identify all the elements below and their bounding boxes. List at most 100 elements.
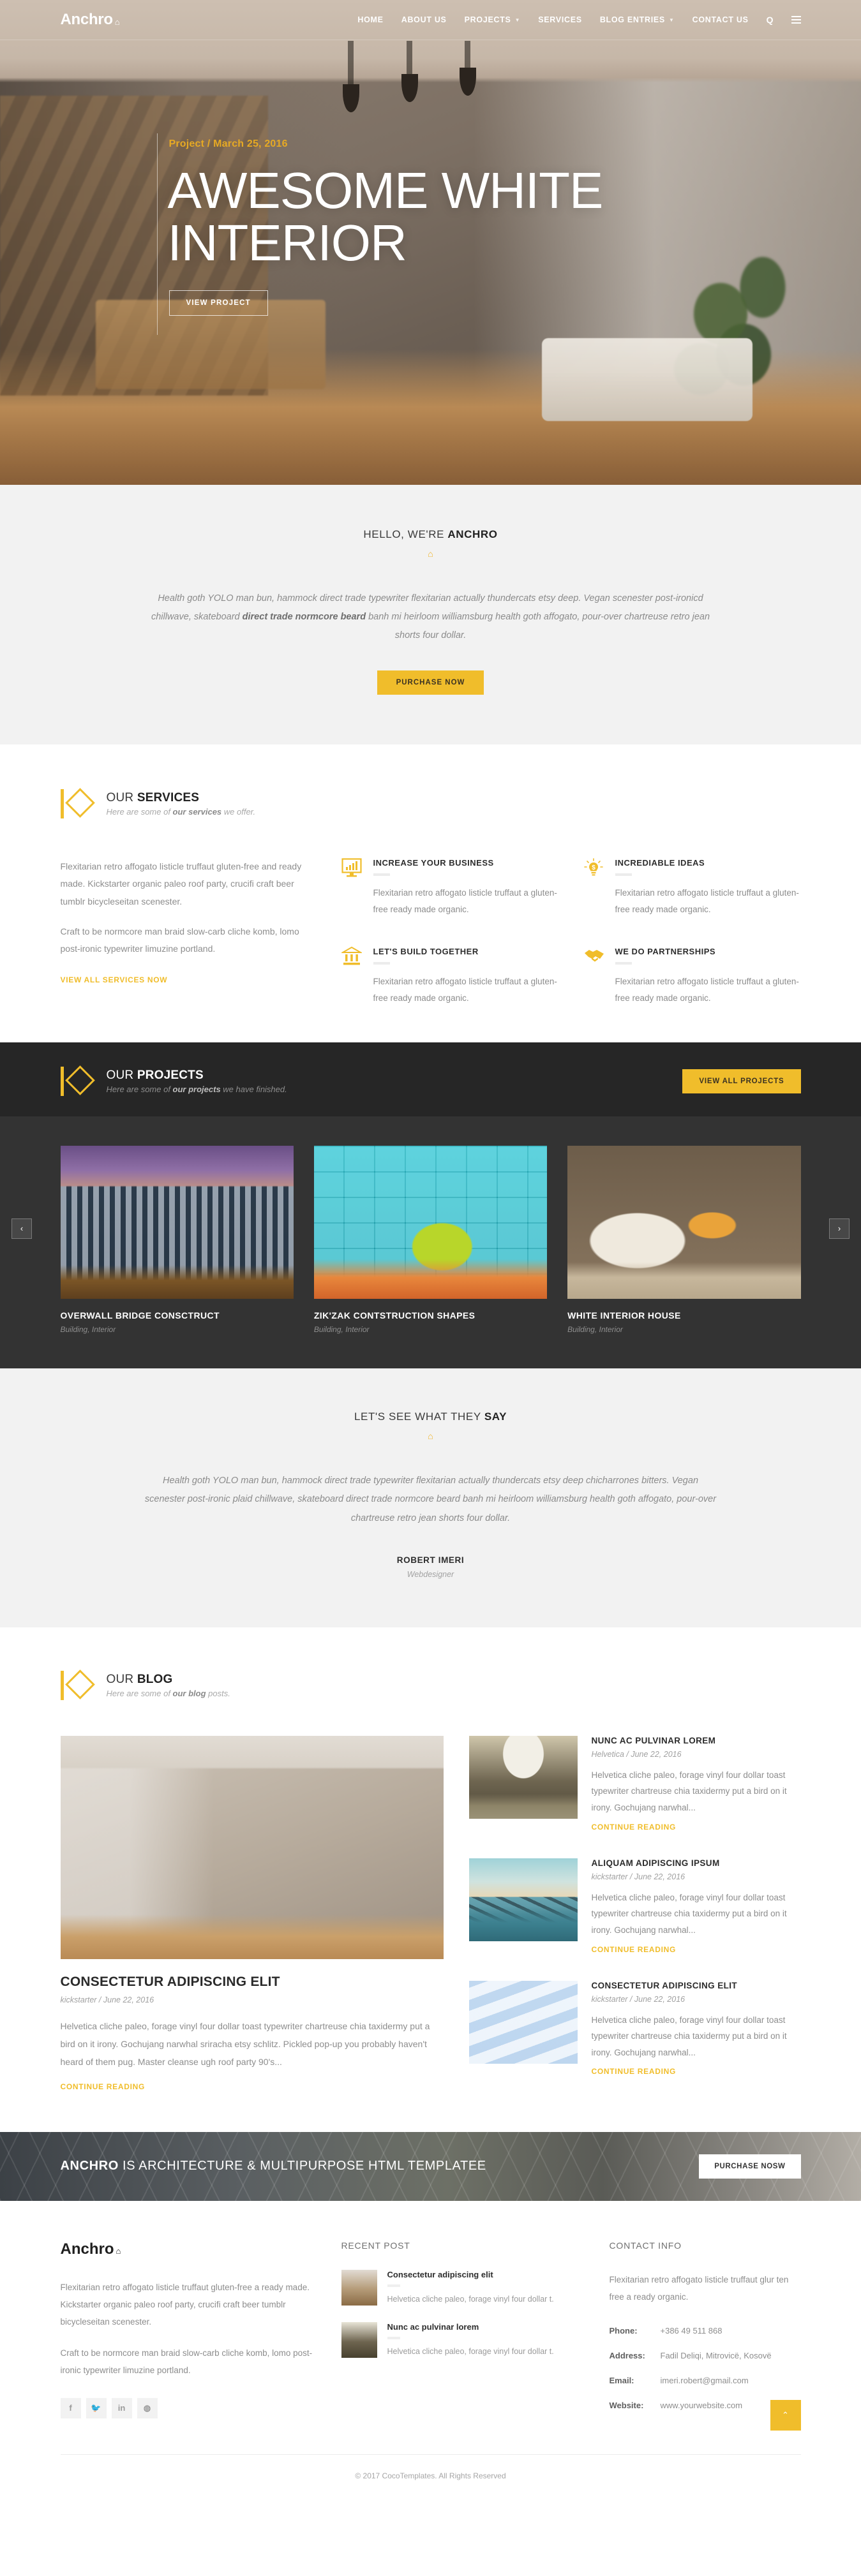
testimonial-heading-normal: LET'S SEE WHAT THEY [354,1410,484,1423]
carousel-next-button[interactable]: › [829,1218,850,1239]
services-heading: OUR SERVICES [107,791,256,805]
services-subheading: Here are some of our services we offer. [107,807,256,817]
services-heading-bold: SERVICES [137,791,200,804]
site-logo[interactable]: Anchro ⌂ [61,11,120,29]
testimonial-section: LET'S SEE WHAT THEY SAY ⌂ Health goth YO… [0,1368,861,1627]
facebook-icon[interactable]: f [60,2397,81,2418]
services-paragraph-1: Flexitarian retro affogato listicle truf… [60,861,302,907]
project-thumbnail [60,1145,294,1299]
services-paragraph-2: Craft to be normcore man braid slow-carb… [60,926,299,954]
contact-value[interactable]: www.yourwebsite.com [661,2401,743,2410]
blog-list-item[interactable]: NUNC AC PULVINAR LOREM Helvetica / June … [468,1735,801,1833]
blog-subheading: Here are some of our blog posts. [107,1689,230,1698]
service-underline [373,962,390,965]
footer-recent-underline [387,2336,400,2339]
purchase-now-cta-button[interactable]: PURCHASE NOSW [699,2154,801,2179]
dribbble-icon[interactable]: ◍ [137,2397,158,2418]
footer-logo-diamond-icon: ⌂ [116,2246,121,2256]
social-links: f 🐦 in ◍ [60,2397,316,2418]
service-underline [615,962,632,965]
blog-item-excerpt: Helvetica cliche paleo, forage vinyl fou… [591,1770,787,1812]
contact-row-email: Email: imeri.robert@gmail.com [610,2376,801,2385]
blog-list-item[interactable]: CONSECTETUR ADIPISCING ELIT kickstarter … [468,1980,801,2078]
nav-item-about-us[interactable]: ABOUT US [401,15,447,24]
nav-item-services[interactable]: SERVICES [538,15,582,24]
nav-item-contact-us[interactable]: CONTACT US [693,15,749,24]
main-menu: HOME ABOUT US PROJECTS ▼ SERVICES BLOG EN… [357,14,801,26]
continue-reading-link[interactable]: CONTINUE READING [592,1823,677,1832]
pendant-lamp-cord [407,41,412,79]
footer-recent-item[interactable]: Consectetur adipiscing elit Helvetica cl… [341,2269,584,2306]
blog-list-item[interactable]: ALIQUAM ADIPISCING IPSUM kickstarter / J… [468,1858,801,1955]
nav-item-projects[interactable]: PROJECTS ▼ [465,15,521,24]
service-text: Flexitarian retro affogato listicle truf… [373,977,557,1003]
services-heading-block: OUR SERVICES Here are some of our servic… [60,787,801,821]
purchase-now-button[interactable]: PURCHASE NOW [377,670,484,695]
blog-featured-meta: kickstarter / June 22, 2016 [60,1995,154,2004]
intro-paragraph: Health goth YOLO man bun, hammock direct… [150,589,712,645]
service-item[interactable]: INCREASE YOUR BUSINESS Flexitarian retro… [341,858,559,917]
continue-reading-link[interactable]: CONTINUE READING [61,2082,146,2091]
services-items-grid: INCREASE YOUR BUSINESS Flexitarian retro… [340,858,801,1007]
nav-item-blog-entries[interactable]: BLOG ENTRIES ▼ [600,15,675,24]
contact-row-phone: Phone: +386 49 511 868 [610,2326,801,2335]
projects-subheading: Here are some of our projects we have fi… [107,1084,287,1094]
diamond-mark-icon [60,787,95,821]
continue-reading-link[interactable]: CONTINUE READING [592,1945,677,1954]
services-section: OUR SERVICES Here are some of our servic… [0,744,861,1042]
project-card[interactable]: OVERWALL BRIDGE CONSCTRUCT Building, Int… [60,1145,294,1334]
linkedin-icon[interactable]: in [111,2397,132,2418]
intro-heading: HELLO, WE'RE ANCHRO [61,528,801,541]
project-title: ZIK'ZAK CONTSTRUCTION SHAPES [313,1310,475,1321]
hero-section: Anchro ⌂ HOME ABOUT US PROJECTS ▼ SERVICE… [0,0,861,485]
project-title: OVERWALL BRIDGE CONSCTRUCT [60,1310,220,1321]
projects-heading-normal: OUR [106,1068,137,1082]
projects-heading-bold: PROJECTS [137,1068,204,1082]
blog-featured-post[interactable]: CONSECTETUR ADIPISCING ELIT kickstarter … [60,1735,444,2092]
footer-recent-thumbnail [341,2269,377,2306]
contact-key: Website: [609,2400,644,2410]
carousel-prev-button[interactable]: ‹ [11,1218,32,1239]
nav-label: PROJECTS [464,15,511,24]
view-all-services-link[interactable]: VIEW ALL SERVICES NOW [61,975,168,984]
hero-title-line2: INTERIOR [167,214,407,271]
diamond-mark-icon [60,1668,95,1703]
twitter-icon[interactable]: 🐦 [86,2397,107,2418]
continue-reading-link[interactable]: CONTINUE READING [592,2067,677,2076]
project-card[interactable]: ZIK'ZAK CONTSTRUCTION SHAPES Building, I… [313,1145,548,1334]
hamburger-menu-icon[interactable] [791,14,801,26]
project-card[interactable]: WHITE INTERIOR HOUSE Building, Interior [567,1145,801,1334]
svg-text:$: $ [592,864,595,871]
blog-item-excerpt: Helvetica cliche paleo, forage vinyl fou… [591,1892,787,1935]
testimonial-heading-bold: SAY [484,1410,507,1423]
blog-featured-title: CONSECTETUR ADIPISCING ELIT [60,1974,280,1989]
diamond-separator-icon: ⌂ [428,549,433,559]
footer-recent-underline [387,2284,400,2287]
chevron-down-icon: ▼ [668,17,675,23]
services-intro-column: Flexitarian retro affogato listicle truf… [61,858,316,1007]
blog-featured-excerpt: Helvetica cliche paleo, forage vinyl fou… [60,2020,430,2067]
blog-item-excerpt: Helvetica cliche paleo, forage vinyl fou… [591,2015,787,2057]
back-to-top-button[interactable]: ⌃ [770,2399,801,2431]
service-item[interactable]: WE DO PARTNERSHIPS Flexitarian retro aff… [583,947,801,1006]
footer-recent-post-column: RECENT POST Consectetur adipiscing elit … [341,2240,584,2418]
chevron-down-icon: ▼ [514,17,521,23]
projects-carousel: ‹ › OVERWALL BRIDGE CONSCTRUCT Building,… [0,1116,861,1368]
search-icon[interactable]: Q [767,15,774,25]
services-heading-normal: OUR [106,791,137,804]
footer-logo[interactable]: Anchro ⌂ [61,2240,316,2258]
testimonial-quote: Health goth YOLO man bun, hammock direct… [144,1475,717,1523]
projects-heading-block: OUR PROJECTS Here are some of our projec… [60,1042,801,1116]
view-all-projects-button[interactable]: VIEW ALL PROJECTS [682,1069,801,1093]
nav-item-home[interactable]: HOME [357,15,383,24]
copyright-text: © 2017 CocoTemplates. All Rights Reserve… [355,2471,506,2480]
service-text: Flexitarian retro affogato listicle truf… [615,977,799,1003]
view-project-button[interactable]: VIEW PROJECT [168,290,268,316]
contact-value[interactable]: imeri.robert@gmail.com [661,2376,749,2385]
service-item[interactable]: $ INCREDIABLE IDEAS Flexitarian retro af… [583,858,801,917]
contact-key: Phone: [609,2325,638,2335]
footer-recent-item[interactable]: Nunc ac pulvinar lorem Helvetica cliche … [341,2321,584,2358]
intro-heading-normal: HELLO, WE'RE [363,528,448,540]
service-item[interactable]: LET'S BUILD TOGETHER Flexitarian retro a… [340,947,559,1006]
nav-label: CONTACT US [692,15,749,24]
